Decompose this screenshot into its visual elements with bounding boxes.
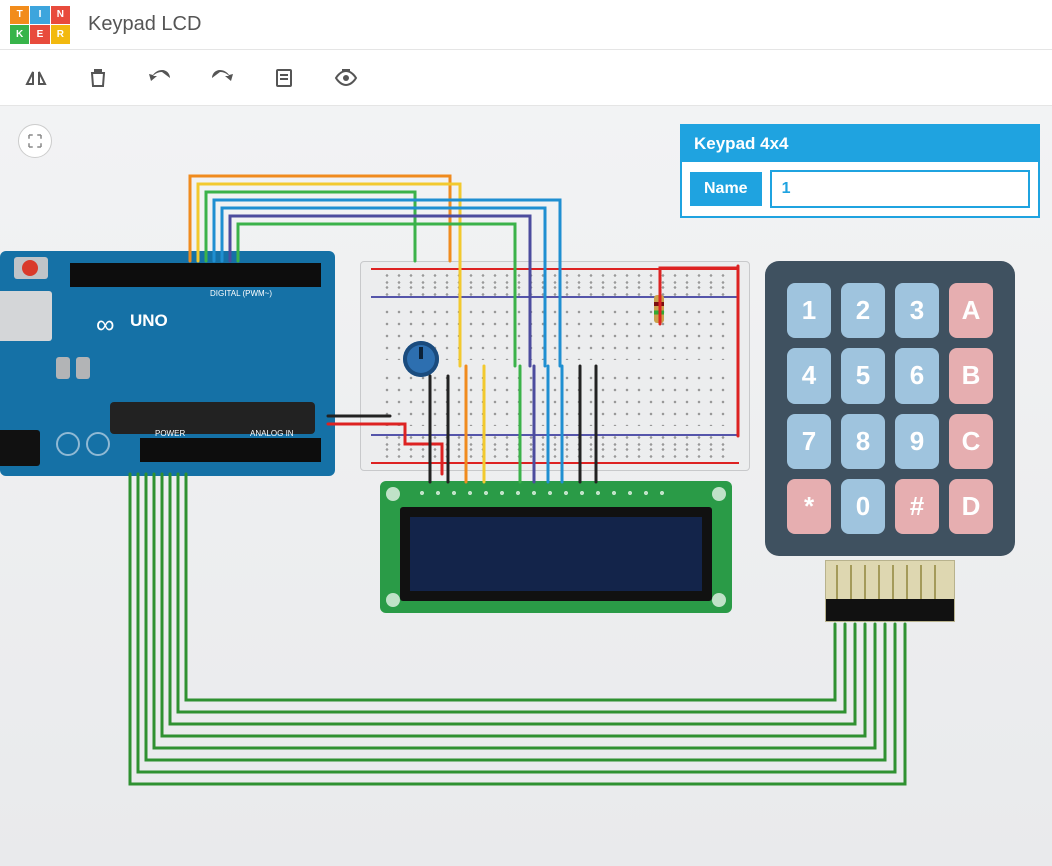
keypad-key-3[interactable]: 3 (895, 283, 939, 338)
mount-hole (386, 593, 400, 607)
keypad-key-6[interactable]: 6 (895, 348, 939, 403)
keypad-key-8[interactable]: 8 (841, 414, 885, 469)
inspector-title: Keypad 4x4 (682, 126, 1038, 162)
keypad-key-b[interactable]: B (949, 348, 993, 403)
name-label: Name (690, 172, 762, 206)
mount-hole (712, 487, 726, 501)
toolbar (0, 50, 1052, 106)
lcd-bezel (400, 507, 712, 601)
mount-hole (712, 593, 726, 607)
tinkercad-logo[interactable]: TIN KER (10, 6, 70, 44)
keypad-key-5[interactable]: 5 (841, 348, 885, 403)
power-rail-bot-pos (371, 462, 739, 464)
keypad-key-a[interactable]: A (949, 283, 993, 338)
rail-holes[interactable] (381, 446, 729, 460)
delete-button[interactable] (82, 62, 114, 94)
rail-holes[interactable] (381, 284, 729, 298)
lcd-16x2[interactable] (380, 481, 732, 613)
ribbon-traces (836, 565, 944, 599)
potentiometer[interactable] (403, 341, 439, 377)
power-label: POWER (155, 429, 185, 438)
keypad-ribbon-connector[interactable] (825, 560, 955, 622)
keypad-key-#[interactable]: # (895, 479, 939, 534)
barrel-jack (0, 430, 40, 466)
electrolytic-cap (86, 432, 110, 456)
keypad-key-d[interactable]: D (949, 479, 993, 534)
electrolytic-cap (56, 432, 80, 456)
keypad-key-4[interactable]: 4 (787, 348, 831, 403)
keypad-key-*[interactable]: * (787, 479, 831, 534)
design-title[interactable]: Keypad LCD (88, 13, 201, 36)
power-analog-header[interactable] (140, 438, 321, 462)
reset-button[interactable] (14, 257, 48, 279)
logo-cell: R (51, 25, 70, 44)
logo-cell: E (30, 25, 49, 44)
digital-label: DIGITAL (PWM~) (210, 289, 272, 298)
keypad-key-1[interactable]: 1 (787, 283, 831, 338)
keypad-key-0[interactable]: 0 (841, 479, 885, 534)
power-rail-top-pos (371, 268, 739, 270)
power-rail-bot-neg (371, 434, 739, 436)
keypad-4x4[interactable]: 123A 456B 789C *0#D (765, 261, 1015, 556)
mirror-button[interactable] (20, 62, 52, 94)
connector-header[interactable] (826, 599, 954, 621)
digital-pin-header[interactable] (70, 263, 321, 287)
logo-cell: K (10, 25, 29, 44)
name-input[interactable] (770, 170, 1030, 208)
wire[interactable] (190, 176, 450, 261)
mount-hole (386, 487, 400, 501)
analog-label: ANALOG IN (250, 429, 294, 438)
logo-cell: T (10, 6, 29, 25)
lcd-screen (410, 517, 702, 591)
keypad-key-c[interactable]: C (949, 414, 993, 469)
header-bar: TIN KER Keypad LCD (0, 0, 1052, 50)
capacitor (56, 357, 70, 379)
undo-button[interactable] (144, 62, 176, 94)
arduino-uno-board[interactable]: ∞ UNO DIGITAL (PWM~) POWER ANALOG IN (0, 251, 335, 476)
board-model-label: UNO (130, 311, 168, 331)
redo-button[interactable] (206, 62, 238, 94)
terminal-strip-bottom[interactable] (381, 372, 729, 426)
design-canvas[interactable]: Keypad 4x4 Name ∞ UNO DIGITAL (PWM~) POW… (0, 106, 1052, 866)
inspector-row-name: Name (682, 162, 1038, 216)
keypad-key-9[interactable]: 9 (895, 414, 939, 469)
keypad-key-7[interactable]: 7 (787, 414, 831, 469)
usb-port (0, 291, 52, 341)
logo-cell: I (30, 6, 49, 25)
notes-button[interactable] (268, 62, 300, 94)
logo-cell: N (51, 6, 70, 25)
visibility-button[interactable] (330, 62, 362, 94)
resistor[interactable] (654, 295, 664, 323)
lcd-pin-header[interactable] (414, 485, 664, 501)
capacitor (76, 357, 90, 379)
arduino-logo-icon: ∞ (96, 309, 115, 340)
component-inspector: Keypad 4x4 Name (680, 124, 1040, 218)
zoom-fit-button[interactable] (18, 124, 52, 158)
keypad-key-2[interactable]: 2 (841, 283, 885, 338)
